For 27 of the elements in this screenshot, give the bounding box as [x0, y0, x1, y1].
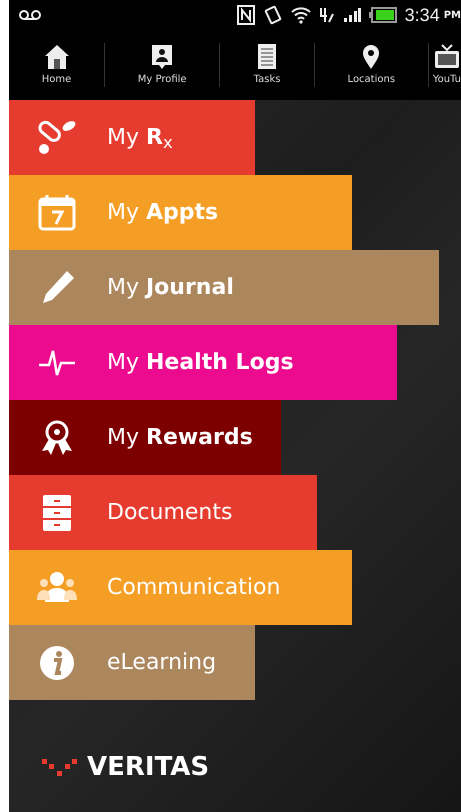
menu-item[interactable]: Communication	[9, 550, 352, 625]
voicemail-icon	[19, 9, 41, 21]
battery-icon	[368, 7, 397, 23]
nav-tab[interactable]: Home	[9, 43, 106, 87]
tv-icon	[432, 43, 461, 70]
calendar-icon	[37, 192, 77, 232]
menu-item[interactable]: My Rewards	[9, 400, 281, 475]
nfc-icon	[236, 5, 255, 25]
brand-name: VERITAS	[87, 751, 210, 784]
menu-item[interactable]: My R$_{x}$	[9, 100, 255, 175]
wifi-icon	[290, 6, 311, 24]
clock-time: 3:34	[404, 4, 440, 26]
home-icon	[42, 43, 70, 70]
network-icon	[318, 6, 335, 24]
menu-item[interactable]: My Journal	[9, 250, 439, 325]
menu-item[interactable]: eLearning	[9, 625, 255, 700]
signal-icon	[342, 7, 361, 23]
nav-tab[interactable]: Locations	[314, 43, 429, 87]
menu-item[interactable]: My Health Logs	[9, 325, 397, 400]
nav-tab[interactable]: Tasks	[220, 43, 315, 87]
menu-item[interactable]: My Appts	[9, 175, 352, 250]
nav-tab[interactable]: My Profile	[105, 43, 220, 87]
nav-tab[interactable]: YouTu	[428, 43, 461, 87]
time-period: PM	[444, 8, 461, 22]
veritas-logo-icon	[41, 756, 79, 778]
rotation-icon	[262, 5, 283, 25]
menu-item[interactable]: Documents	[9, 475, 317, 550]
